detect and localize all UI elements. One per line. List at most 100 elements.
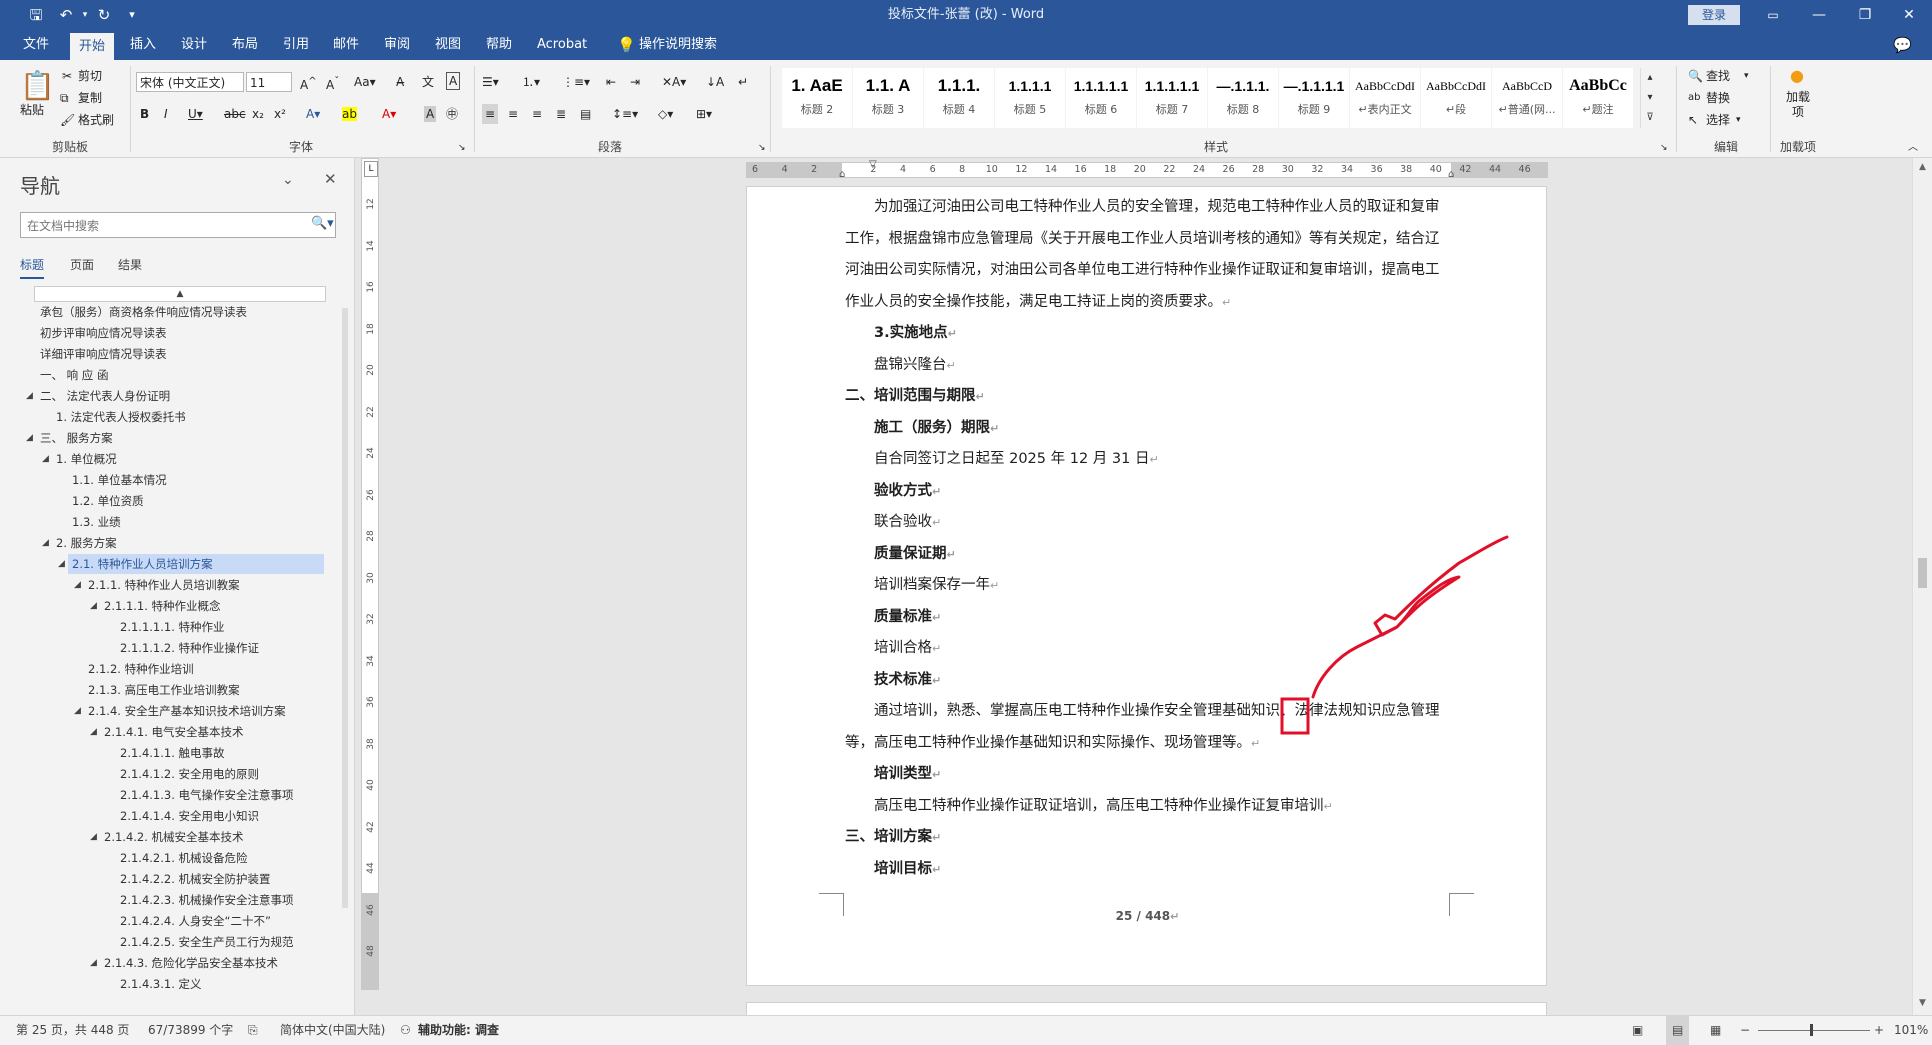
word-count-status[interactable]: 67/73899 个字	[148, 1016, 233, 1045]
addins-icon[interactable]: ●	[1790, 66, 1804, 86]
tab-file[interactable]: 文件	[14, 30, 58, 60]
font-dialog-launcher-icon[interactable]: ↘	[458, 138, 466, 158]
highlight-icon[interactable]: ab	[342, 107, 357, 121]
copy-button[interactable]: 复制	[78, 88, 102, 108]
document-area[interactable]: 为加强辽河油田公司电工特种作业人员的安全管理，规范电工特种作业人员的取证和复审工…	[380, 180, 1912, 1032]
nav-heading-item[interactable]: 2.1.2. 特种作业培训	[88, 659, 194, 679]
phonetic-guide-icon[interactable]: 文	[422, 72, 434, 92]
style-item[interactable]: AaBbCcD ↵普通(网...	[1492, 68, 1562, 128]
styles-scroll-icon[interactable]: ▴ ▾ ⊽	[1640, 68, 1659, 128]
nav-scroll-up-icon[interactable]: ▲	[34, 286, 326, 302]
zoom-in-icon[interactable]: +	[1874, 1016, 1884, 1045]
nav-heading-item[interactable]: 2.1.4.1.3. 电气操作安全注意事项	[120, 785, 294, 805]
align-center-icon[interactable]: ≡	[508, 104, 518, 124]
nav-heading-item[interactable]: 详细评审响应情况导读表	[40, 344, 167, 364]
search-icon[interactable]: 🔍▾	[311, 216, 334, 231]
style-item[interactable]: 1.1.1.1.1 标题 6	[1066, 68, 1136, 128]
nav-heading-item[interactable]: 2. 服务方案	[56, 533, 117, 553]
cut-icon[interactable]: ✂	[62, 66, 72, 86]
align-right-icon[interactable]: ≡	[532, 104, 542, 124]
font-name-combo[interactable]: 宋体 (中文正文)	[136, 72, 244, 92]
find-dropdown-icon[interactable]: ▾	[1744, 66, 1749, 86]
restore-icon[interactable]: ❐	[1842, 0, 1888, 30]
accessibility-icon[interactable]: ⚇	[400, 1016, 411, 1045]
nav-collapse-icon[interactable]: ◢	[90, 953, 97, 973]
italic-icon[interactable]: I	[164, 104, 168, 124]
grow-font-icon[interactable]: A^	[300, 72, 317, 92]
nav-collapse-icon[interactable]: ◢	[90, 722, 97, 742]
nav-scrollbar[interactable]	[342, 308, 348, 908]
copy-icon[interactable]: ⧉	[60, 88, 69, 108]
tab-mailings[interactable]: 邮件	[324, 30, 368, 60]
font-size-combo[interactable]: 11	[246, 72, 292, 92]
addins-button[interactable]: 加载项	[1782, 90, 1814, 122]
decrease-indent-icon[interactable]: ⇤	[606, 72, 616, 92]
character-shading-icon[interactable]: A	[424, 106, 437, 122]
proofing-icon[interactable]: ⎘	[248, 1016, 258, 1045]
line-spacing-icon[interactable]: ↕≡▾	[612, 104, 638, 124]
nav-heading-item[interactable]: 1. 法定代表人授权委托书	[56, 407, 186, 427]
change-case-icon[interactable]: Aa▾	[354, 72, 376, 92]
nav-heading-item[interactable]: 1.2. 单位资质	[72, 491, 144, 511]
nav-collapse-icon[interactable]: ◢	[26, 428, 33, 448]
nav-heading-item[interactable]: 2.1.4.3. 危险化学品安全基本技术	[104, 953, 278, 973]
document-page[interactable]: 为加强辽河油田公司电工特种作业人员的安全管理，规范电工特种作业人员的取证和复审工…	[746, 186, 1547, 986]
nav-heading-item[interactable]: 2.1.4.1.4. 安全用电小知识	[120, 806, 259, 826]
accessibility-status[interactable]: 辅助功能: 调查	[418, 1016, 499, 1045]
clear-formatting-icon[interactable]: A̶	[396, 72, 404, 92]
distributed-icon[interactable]: ▤	[580, 104, 591, 124]
nav-heading-item[interactable]: 2.1.4.2. 机械安全基本技术	[104, 827, 244, 847]
nav-heading-item[interactable]: 2.1.1.1.2. 特种作业操作证	[120, 638, 259, 658]
multilevel-list-icon[interactable]: ⋮≡▾	[562, 72, 590, 92]
text-effects-icon[interactable]: A▾	[306, 104, 320, 124]
enclose-characters-icon[interactable]: ㊥	[446, 104, 458, 124]
style-item[interactable]: AaBbCcDdI ↵段	[1421, 68, 1491, 128]
close-icon[interactable]: ✕	[1886, 0, 1932, 30]
minimize-icon[interactable]: —	[1796, 0, 1842, 30]
style-item[interactable]: 1.1.1. 标题 4	[924, 68, 994, 128]
tab-acrobat[interactable]: Acrobat	[528, 30, 596, 60]
style-item[interactable]: 1.1. A 标题 3	[853, 68, 923, 128]
tab-help[interactable]: 帮助	[477, 30, 521, 60]
character-border-icon[interactable]: A	[446, 72, 461, 90]
strikethrough-icon[interactable]: abc	[224, 104, 246, 124]
ribbon-display-options-icon[interactable]: ▭	[1750, 0, 1796, 30]
style-item[interactable]: —.1.1.1. 标题 8	[1208, 68, 1278, 128]
nav-collapse-icon[interactable]: ◢	[42, 449, 49, 469]
nav-heading-item[interactable]: 2.1.1. 特种作业人员培训教案	[88, 575, 240, 595]
nav-tab-pages[interactable]: 页面	[70, 256, 94, 273]
cut-button[interactable]: 剪切	[78, 66, 102, 86]
select-dropdown-icon[interactable]: ▾	[1736, 110, 1741, 130]
comments-icon[interactable]: 💬	[1884, 30, 1921, 60]
nav-heading-item[interactable]: 2.1. 特种作业人员培训方案	[68, 554, 324, 574]
nav-heading-item[interactable]: 三、 服务方案	[40, 428, 113, 448]
style-item[interactable]: 1.1.1.1.1 标题 7	[1137, 68, 1207, 128]
zoom-out-icon[interactable]: −	[1740, 1016, 1750, 1045]
show-marks-icon[interactable]: ↵	[738, 72, 748, 92]
sort-icon[interactable]: ↓A	[706, 72, 724, 92]
nav-collapse-icon[interactable]: ◢	[90, 596, 97, 616]
style-item[interactable]: 1.1.1.1 标题 5	[995, 68, 1065, 128]
nav-heading-item[interactable]: 1.3. 业绩	[72, 512, 121, 532]
underline-icon[interactable]: U▾	[188, 104, 203, 124]
replace-icon[interactable]: ab	[1688, 88, 1700, 108]
scroll-up-icon[interactable]: ▲	[1919, 162, 1926, 172]
paragraph-dialog-launcher-icon[interactable]: ↘	[758, 138, 766, 158]
nav-collapse-icon[interactable]: ◢	[74, 575, 81, 595]
nav-collapse-icon[interactable]: ◢	[74, 701, 81, 721]
format-painter-icon[interactable]: 🖌	[60, 110, 75, 130]
tab-design[interactable]: 设计	[172, 30, 216, 60]
tell-me-search[interactable]: 操作说明搜索	[630, 30, 726, 60]
tab-home[interactable]: 开始	[70, 33, 115, 60]
nav-heading-item[interactable]: 2.1.4.1.2. 安全用电的原则	[120, 764, 259, 784]
select-button[interactable]: 选择	[1706, 110, 1730, 130]
superscript-icon[interactable]: x²	[274, 104, 286, 124]
nav-close-icon[interactable]: ✕	[324, 170, 337, 188]
nav-heading-item[interactable]: 2.1.4.2.5. 安全生产员工行为规范	[120, 932, 294, 952]
nav-collapse-icon[interactable]: ◢	[58, 554, 65, 574]
nav-heading-item[interactable]: 2.1.3. 高压电工作业培训教案	[88, 680, 240, 700]
tab-references[interactable]: 引用	[274, 30, 318, 60]
nav-collapse-icon[interactable]: ◢	[26, 386, 33, 406]
right-indent-marker[interactable]: ⌂	[1448, 169, 1454, 180]
nav-heading-item[interactable]: 初步评审响应情况导读表	[40, 323, 167, 343]
